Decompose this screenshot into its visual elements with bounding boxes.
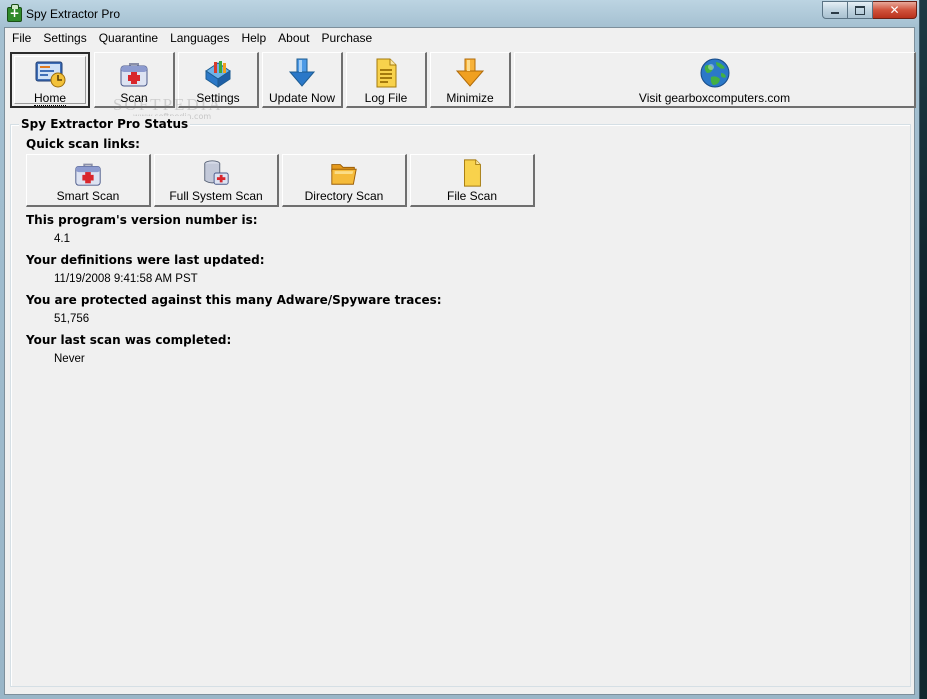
quick-scan-heading: Quick scan links: (26, 137, 140, 151)
menu-languages[interactable]: Languages (164, 28, 235, 48)
minimize-icon (831, 12, 839, 14)
file-icon (464, 159, 481, 187)
close-window-button[interactable]: ✕ (873, 1, 917, 19)
maximize-window-button[interactable] (848, 1, 873, 19)
full-system-scan-label: Full System Scan (169, 189, 263, 203)
menu-bar: File Settings Quarantine Languages Help … (5, 28, 914, 48)
status-group: Spy Extractor Pro Status Quick scan link… (10, 116, 911, 687)
visit-website-label: Visit gearboxcomputers.com (638, 91, 791, 105)
home-button[interactable]: Home (10, 52, 90, 108)
version-heading: This program's version number is: (26, 213, 258, 227)
home-label: Home (33, 91, 66, 106)
menu-file[interactable]: File (5, 28, 37, 48)
down-arrow-icon (455, 58, 485, 87)
definitions-heading: Your definitions were last updated: (26, 253, 265, 267)
log-file-button[interactable]: Log File (346, 52, 427, 108)
directory-scan-button[interactable]: Directory Scan (282, 154, 407, 207)
window-title: Spy Extractor Pro (26, 7, 121, 21)
minimize-button[interactable]: Minimize (430, 52, 511, 108)
smart-scan-label: Smart Scan (56, 189, 120, 203)
file-scan-label: File Scan (446, 189, 498, 203)
traces-heading: You are protected against this many Adwa… (26, 293, 442, 307)
directory-scan-label: Directory Scan (304, 189, 384, 203)
disk-kit-icon (204, 160, 229, 185)
menu-settings[interactable]: Settings (37, 28, 92, 48)
last-scan-heading: Your last scan was completed: (26, 333, 232, 347)
last-scan-value: Never (54, 353, 85, 365)
home-screen-icon (35, 61, 66, 88)
medical-kit-icon (120, 63, 148, 87)
folder-icon (331, 164, 357, 185)
visit-website-button[interactable]: Visit gearboxcomputers.com (514, 52, 916, 108)
download-arrow-icon (288, 58, 316, 87)
update-now-button[interactable]: Update Now (262, 52, 343, 108)
traces-value: 51,756 (54, 313, 90, 325)
maximize-icon (855, 5, 865, 15)
version-value: 4.1 (54, 233, 70, 245)
minimize-label: Minimize (446, 91, 494, 105)
file-scan-button[interactable]: File Scan (410, 154, 535, 207)
medical-kit-icon (75, 163, 101, 186)
smart-scan-button[interactable]: Smart Scan (26, 154, 151, 207)
definitions-value: 11/19/2008 9:41:58 AM PST (54, 273, 198, 285)
status-group-title: Spy Extractor Pro Status (19, 116, 191, 132)
document-icon (376, 58, 397, 88)
minimize-window-button[interactable] (822, 1, 848, 19)
close-icon: ✕ (889, 3, 900, 17)
caption-buttons: ✕ (822, 1, 917, 19)
menu-purchase[interactable]: Purchase (316, 28, 379, 48)
globe-icon (700, 58, 729, 88)
toolbox-icon (205, 61, 231, 88)
client-area: File Settings Quarantine Languages Help … (4, 27, 916, 695)
app-window: Spy Extractor Pro ✕ File Settings Quaran… (0, 0, 920, 699)
title-bar[interactable]: Spy Extractor Pro ✕ (0, 0, 920, 28)
menu-help[interactable]: Help (235, 28, 272, 48)
update-now-label: Update Now (268, 91, 336, 105)
app-icon[interactable] (7, 4, 22, 22)
menu-about[interactable]: About (272, 28, 315, 48)
full-system-scan-button[interactable]: Full System Scan (154, 154, 279, 207)
log-file-label: Log File (364, 91, 408, 105)
menu-quarantine[interactable]: Quarantine (93, 28, 164, 48)
